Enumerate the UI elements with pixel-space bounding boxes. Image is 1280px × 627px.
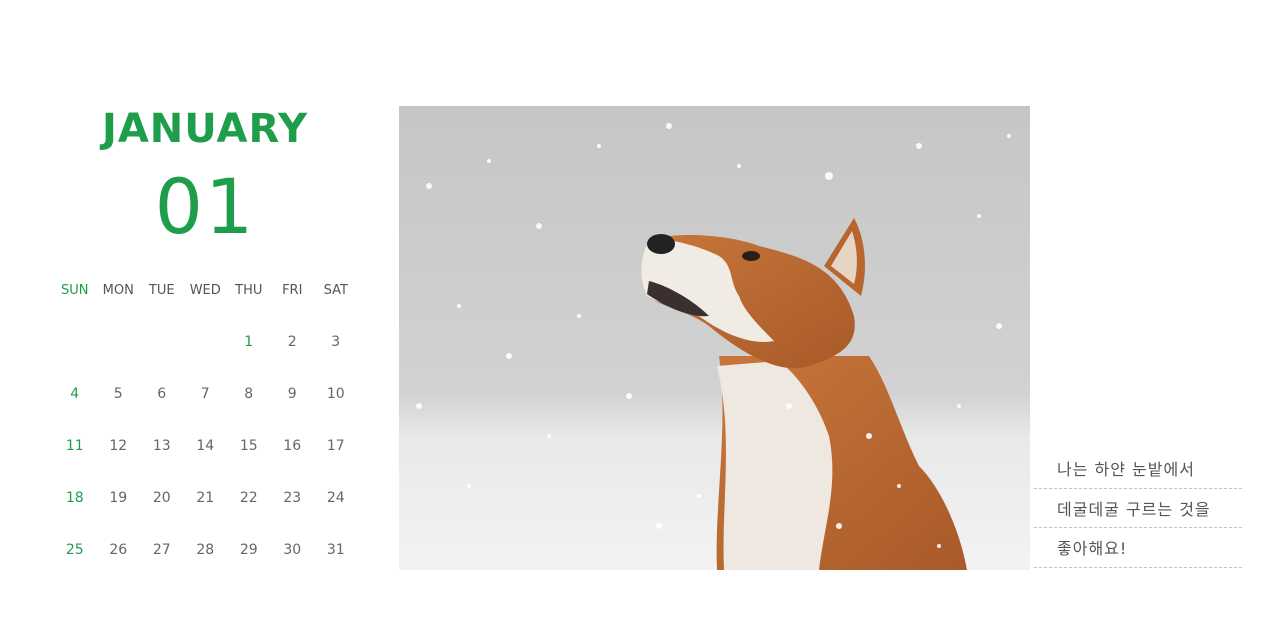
day-cell: 20 (152, 490, 171, 506)
day-cell: 30 (283, 542, 302, 558)
memo-line: 나는 하얀 눈밭에서 (1034, 449, 1242, 489)
week-row: 1 2 3 (53, 316, 358, 368)
week-row: 18 19 20 21 22 23 24 (53, 472, 358, 524)
day-cell: 16 (283, 438, 302, 454)
day-cell-sunday: 11 (65, 438, 84, 454)
day-cell: 10 (326, 386, 345, 402)
day-cell: 29 (239, 542, 258, 558)
memo-lines: 나는 하얀 눈밭에서 데굴데굴 구르는 것을 좋아해요! (1034, 449, 1242, 568)
day-cell: 17 (326, 438, 345, 454)
day-cell: 19 (109, 490, 128, 506)
memo-line: 좋아해요! (1034, 528, 1242, 568)
day-cell: 22 (239, 490, 258, 506)
day-cell: 2 (287, 334, 297, 350)
weekday-fri: FRI (282, 283, 303, 298)
week-row: 25 26 27 28 29 30 31 (53, 524, 358, 576)
week-row: 11 12 13 14 15 16 17 (53, 420, 358, 472)
calendar-grid: SUN MON TUE WED THU FRI SAT 1 2 3 4 5 6 … (53, 275, 358, 576)
day-cell: 5 (113, 386, 123, 402)
day-cell: 15 (239, 438, 258, 454)
weekday-wed: WED (189, 283, 221, 298)
day-cell: 21 (196, 490, 215, 506)
weekday-tue: TUE (148, 283, 175, 298)
day-cell-sunday: 18 (65, 490, 84, 506)
day-cell: 8 (244, 386, 254, 402)
weekday-header: SUN MON TUE WED THU FRI SAT (53, 275, 358, 306)
day-cell-holiday: 1 (244, 334, 254, 350)
weekday-thu: THU (235, 283, 263, 298)
day-cell: 23 (283, 490, 302, 506)
day-cell: 9 (287, 386, 297, 402)
day-cell: 7 (200, 386, 210, 402)
week-row: 4 5 6 7 8 9 10 (53, 368, 358, 420)
day-cell: 28 (196, 542, 215, 558)
month-title: JANUARY (101, 106, 309, 152)
month-number: 01 (154, 162, 256, 251)
day-cell: 12 (109, 438, 128, 454)
day-cell-sunday: 4 (70, 386, 80, 402)
day-cell: 26 (109, 542, 128, 558)
weekday-sat: SAT (323, 283, 348, 298)
memo-line: 데굴데굴 구르는 것을 (1034, 489, 1242, 528)
day-cell: 27 (152, 542, 171, 558)
day-cell: 14 (196, 438, 215, 454)
day-cell: 6 (157, 386, 167, 402)
day-cell: 24 (326, 490, 345, 506)
weekday-sun: SUN (61, 283, 89, 298)
day-cell: 31 (326, 542, 345, 558)
dog-in-snow-photo (399, 106, 1030, 570)
day-cell: 3 (331, 334, 341, 350)
weekday-mon: MON (102, 283, 134, 298)
day-cell-sunday: 25 (65, 542, 84, 558)
day-cell: 13 (152, 438, 171, 454)
